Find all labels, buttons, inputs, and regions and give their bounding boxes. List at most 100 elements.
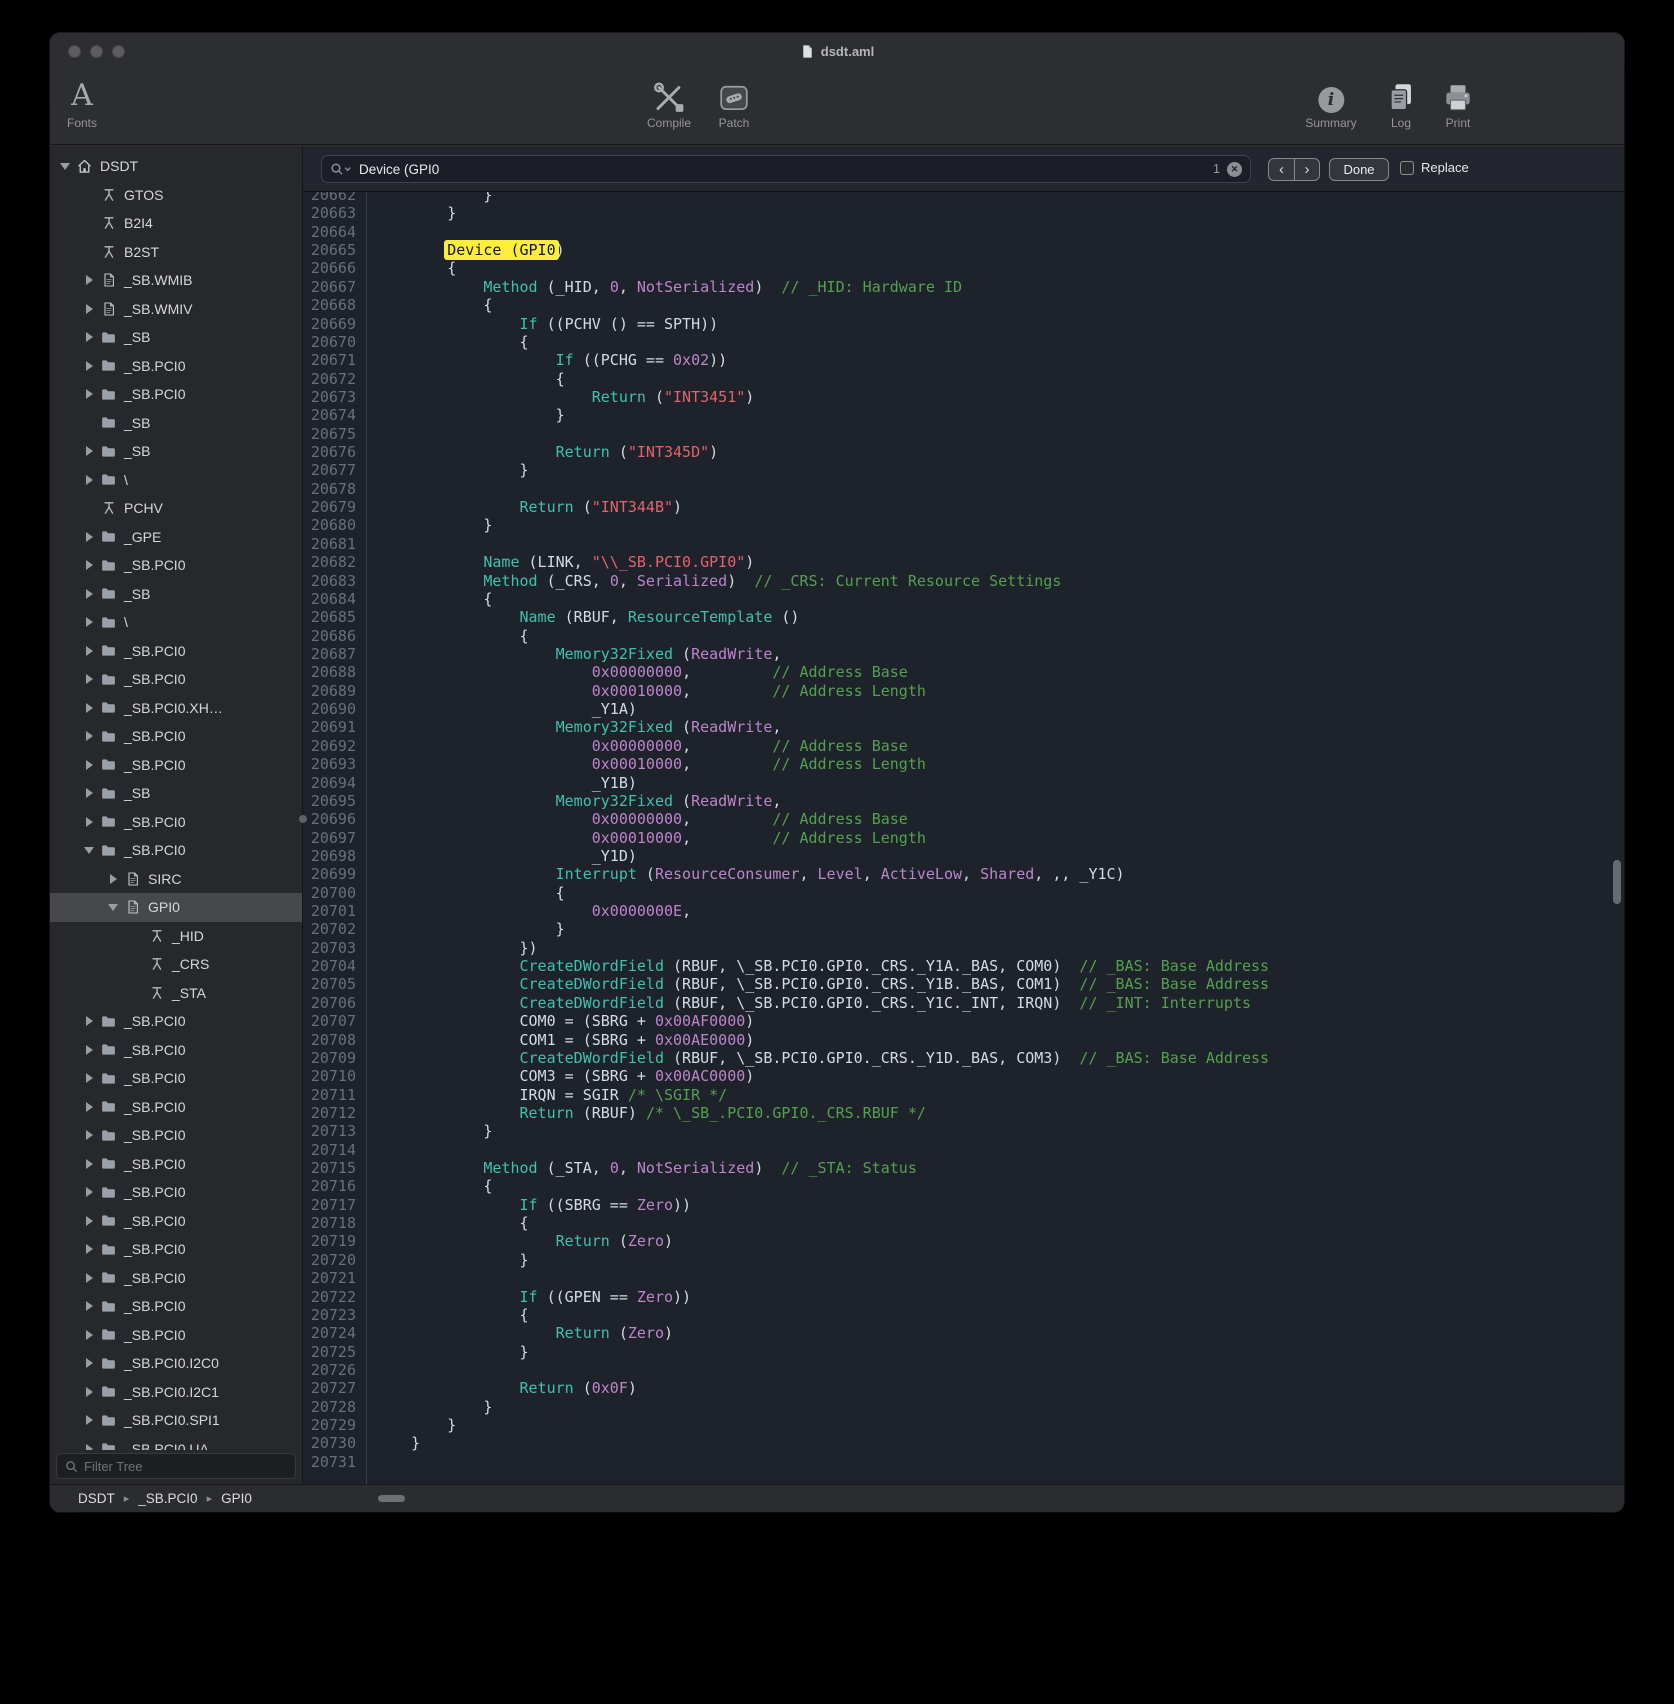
tree-item[interactable]: _SB.PCI0 [50,1264,302,1293]
disclosure-collapsed-icon[interactable] [80,1301,98,1311]
tree-item[interactable]: _SB.PCI0 [50,751,302,780]
tree-item[interactable]: _SB.PCI0.UA… [50,1435,302,1451]
splitter-handle[interactable] [299,815,307,823]
tree-item[interactable]: _SB.PCI0 [50,1150,302,1179]
tree-item[interactable]: _SB.PCI0 [50,836,302,865]
tree-item[interactable]: _SB [50,409,302,438]
find-previous-button[interactable]: ‹ [1268,158,1294,181]
disclosure-collapsed-icon[interactable] [80,817,98,827]
filter-tree-input[interactable] [84,1459,287,1474]
tree-item[interactable]: _CRS [50,950,302,979]
disclosure-collapsed-icon[interactable] [80,1045,98,1055]
disclosure-expanded-icon[interactable] [56,163,74,170]
tree-item[interactable]: _SB.PCI0 [50,1121,302,1150]
disclosure-collapsed-icon[interactable] [80,617,98,627]
tree-item[interactable]: _SB.PCI0 [50,1178,302,1207]
disclosure-collapsed-icon[interactable] [80,1130,98,1140]
tree-item[interactable]: _SB [50,323,302,352]
disclosure-collapsed-icon[interactable] [80,1444,98,1450]
tree-item[interactable]: _SB.PCI0 [50,1321,302,1350]
disclosure-collapsed-icon[interactable] [80,1016,98,1026]
tree-item[interactable]: _SB.PCI0 [50,1207,302,1236]
replace-checkbox[interactable] [1400,161,1414,175]
code-area[interactable]: } } Device (GPI0) { Method (_HID, 0, Not… [367,192,1624,1484]
tree-item[interactable]: _STA [50,979,302,1008]
disclosure-collapsed-icon[interactable] [80,560,98,570]
horizontal-scrollbar-thumb[interactable] [378,1495,405,1502]
disclosure-collapsed-icon[interactable] [104,874,122,884]
tree-item[interactable]: _SB.PCI0 [50,808,302,837]
tree-item[interactable]: _SB.PCI0 [50,1093,302,1122]
tree-item[interactable]: B2ST [50,238,302,267]
tree-item[interactable]: SIRC [50,865,302,894]
disclosure-collapsed-icon[interactable] [80,1387,98,1397]
tree-item[interactable]: _SB.PCI0 [50,1007,302,1036]
disclosure-collapsed-icon[interactable] [80,532,98,542]
disclosure-collapsed-icon[interactable] [80,275,98,285]
tree-item[interactable]: _SB.WMIV [50,295,302,324]
disclosure-collapsed-icon[interactable] [80,1273,98,1283]
tree-item[interactable]: GTOS [50,181,302,210]
find-next-button[interactable]: › [1294,158,1320,181]
breadcrumb-item[interactable]: GPI0 [221,1491,252,1506]
tree-item[interactable]: _GPE [50,523,302,552]
disclosure-collapsed-icon[interactable] [80,1102,98,1112]
vertical-scrollbar-thumb[interactable] [1613,860,1621,904]
done-button[interactable]: Done [1329,158,1389,181]
disclosure-collapsed-icon[interactable] [80,475,98,485]
disclosure-expanded-icon[interactable] [80,847,98,854]
tree-item[interactable]: PCHV [50,494,302,523]
patch-button[interactable]: Patch [718,77,750,130]
breadcrumb-item[interactable]: DSDT [78,1491,115,1506]
disclosure-collapsed-icon[interactable] [80,674,98,684]
disclosure-collapsed-icon[interactable] [80,1216,98,1226]
disclosure-collapsed-icon[interactable] [80,731,98,741]
tree-item[interactable]: _HID [50,922,302,951]
find-search-field[interactable]: Device (GPI0 1 ✕ [321,155,1251,183]
tree-item[interactable]: _SB.PCI0 [50,637,302,666]
tree-item[interactable]: _SB.PCI0 [50,1036,302,1065]
disclosure-collapsed-icon[interactable] [80,304,98,314]
tree-item[interactable]: _SB.WMIB [50,266,302,295]
tree-item[interactable]: _SB.PCI0 [50,352,302,381]
tree-item[interactable]: B2I4 [50,209,302,238]
tree-item[interactable]: GPI0 [50,893,302,922]
tree-item[interactable]: _SB.PCI0 [50,1235,302,1264]
tree-item[interactable]: _SB.PCI0 [50,551,302,580]
disclosure-collapsed-icon[interactable] [80,1415,98,1425]
disclosure-collapsed-icon[interactable] [80,332,98,342]
search-menu-icon[interactable] [330,162,352,176]
tree-item[interactable]: _SB.PCI0 [50,1292,302,1321]
tree-item[interactable]: _SB [50,437,302,466]
log-button[interactable]: Log [1386,77,1417,130]
print-button[interactable]: Print [1442,77,1474,130]
tree-item[interactable]: _SB [50,779,302,808]
tree-item[interactable]: _SB.PCI0.I2C0 [50,1349,302,1378]
tree-item[interactable]: _SB.PCI0.SPI1 [50,1406,302,1435]
fonts-button[interactable]: A Fonts [67,77,97,130]
tree-item[interactable]: _SB.PCI0.XH… [50,694,302,723]
disclosure-collapsed-icon[interactable] [80,788,98,798]
disclosure-collapsed-icon[interactable] [80,1159,98,1169]
disclosure-expanded-icon[interactable] [104,904,122,911]
summary-button[interactable]: i Summary [1305,77,1356,130]
tree-item[interactable]: _SB.PCI0 [50,380,302,409]
disclosure-collapsed-icon[interactable] [80,446,98,456]
tree-item[interactable]: _SB.PCI0.I2C1 [50,1378,302,1407]
tree-item[interactable]: _SB.PCI0 [50,1064,302,1093]
tree-item[interactable]: \ [50,608,302,637]
breadcrumb-item[interactable]: _SB.PCI0 [138,1491,197,1506]
disclosure-collapsed-icon[interactable] [80,361,98,371]
disclosure-collapsed-icon[interactable] [80,389,98,399]
disclosure-collapsed-icon[interactable] [80,1358,98,1368]
tree-item[interactable]: _SB.PCI0 [50,722,302,751]
disclosure-collapsed-icon[interactable] [80,1244,98,1254]
filter-tree-field[interactable] [56,1453,296,1479]
clear-search-icon[interactable]: ✕ [1227,162,1242,177]
tree-item[interactable]: _SB [50,580,302,609]
disclosure-collapsed-icon[interactable] [80,760,98,770]
disclosure-collapsed-icon[interactable] [80,1330,98,1340]
disclosure-collapsed-icon[interactable] [80,703,98,713]
tree-item[interactable]: DSDT [50,152,302,181]
disclosure-collapsed-icon[interactable] [80,1073,98,1083]
